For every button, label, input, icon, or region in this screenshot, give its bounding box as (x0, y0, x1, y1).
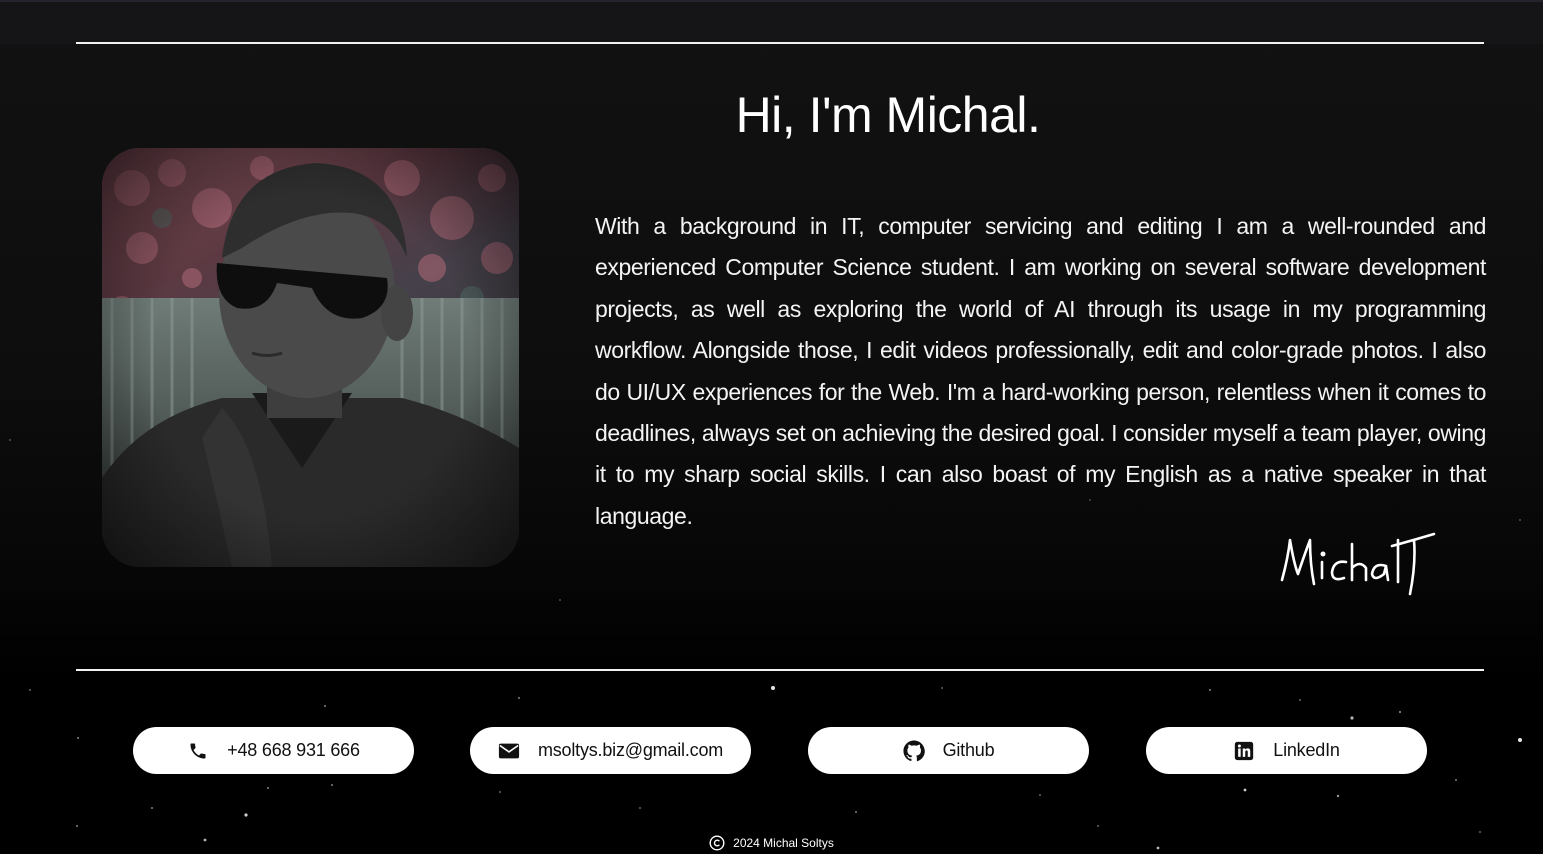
phone-button[interactable]: +48 668 931 666 (133, 727, 414, 774)
email-button[interactable]: msoltys.biz@gmail.com (470, 727, 751, 774)
linkedin-button[interactable]: LinkedIn (1146, 727, 1427, 774)
bottom-divider (76, 669, 1484, 671)
linkedin-icon (1233, 740, 1255, 762)
signature-image (1280, 532, 1436, 596)
copyright-icon (709, 835, 725, 851)
linkedin-label: LinkedIn (1273, 740, 1340, 760)
footer-text: 2024 Michal Soltys (733, 836, 834, 850)
envelope-icon (498, 740, 520, 762)
phone-icon (187, 740, 209, 762)
portrait-photo (102, 148, 519, 567)
email-label: msoltys.biz@gmail.com (537, 740, 724, 760)
page-title: Hi, I'm Michal. (735, 87, 1041, 143)
github-label: Github (942, 740, 995, 760)
page: Hi, I'm Michal. With a background in IT,… (0, 0, 1543, 854)
github-icon (903, 739, 925, 762)
contact-bar: +48 668 931 666 msoltys.biz@gmail.com Gi… (0, 727, 1543, 775)
phone-label: +48 668 931 666 (227, 740, 360, 760)
github-button[interactable]: Github (808, 727, 1089, 774)
footer: 2024 Michal Soltys (0, 835, 1543, 851)
top-nav-strip (0, 0, 1543, 44)
bio-paragraph: With a background in IT, computer servic… (595, 213, 1486, 529)
top-divider (76, 42, 1484, 44)
